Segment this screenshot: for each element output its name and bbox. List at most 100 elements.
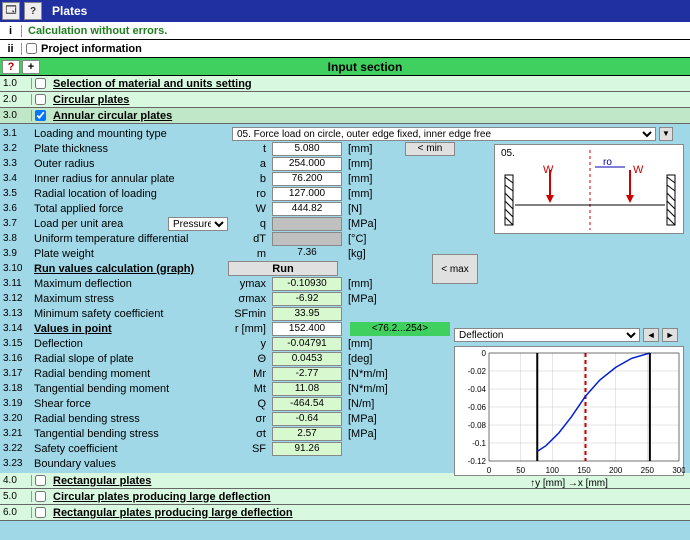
project-info-checkbox[interactable] <box>26 43 37 54</box>
safety-coeff-value: 91.26 <box>272 442 342 456</box>
tangential-moment-value: 11.08 <box>272 382 342 396</box>
section-2-label: Circular plates <box>49 94 129 106</box>
section-5-checkbox[interactable] <box>35 491 46 502</box>
row-label: Loading and mounting type <box>32 128 232 140</box>
max-button[interactable]: < max <box>432 254 478 284</box>
row-label: Inner radius for annular plate <box>32 173 232 185</box>
row-label: Radial bending moment <box>32 368 232 380</box>
deflection-value: -0.04791 <box>272 337 342 351</box>
loading-type-dropdown[interactable]: 05. Force load on circle, outer edge fix… <box>232 127 656 141</box>
section-6-checkbox[interactable] <box>35 507 46 518</box>
row-num: 3.7 <box>0 218 32 229</box>
row-num: 3.17 <box>0 368 32 379</box>
row-label: Values in point <box>32 323 232 335</box>
load-diagram: 05. W W ro <box>494 144 684 234</box>
row-sym: σr <box>232 413 272 425</box>
row-num: 3.6 <box>0 203 32 214</box>
row-label: Run values calculation (graph) <box>32 263 232 275</box>
row-num: 3.15 <box>0 338 32 349</box>
range-hint: <76.2...254> <box>350 322 450 336</box>
svg-text:-0.02: -0.02 <box>468 367 487 376</box>
row-sym: Q <box>232 398 272 410</box>
row-num: 3.13 <box>0 308 32 319</box>
row-sym: t <box>232 143 272 155</box>
row-num: 3.11 <box>0 278 32 289</box>
status-message: Calculation without errors. <box>22 25 167 37</box>
tab-question[interactable]: ? <box>2 60 20 74</box>
svg-text:100: 100 <box>546 466 560 475</box>
load-area-input <box>272 217 342 231</box>
row-run: 3.10 Run values calculation (graph) Run <box>0 261 690 276</box>
row-num: 3.12 <box>0 293 32 304</box>
svg-text:W: W <box>633 164 644 176</box>
plot-variable-dropdown[interactable]: Deflection <box>454 328 640 342</box>
row-sym: Θ <box>232 353 272 365</box>
row-label: Maximum stress <box>32 293 232 305</box>
section-2-checkbox[interactable] <box>35 94 46 105</box>
row-label: Boundary values <box>32 458 232 470</box>
max-stress-value: -6.92 <box>272 292 342 306</box>
app-icon[interactable]: 🗔 <box>2 2 20 20</box>
scroll-right-icon[interactable]: ► <box>662 328 678 342</box>
min-button[interactable]: < min <box>405 142 455 156</box>
plate-thickness-input[interactable] <box>272 142 342 156</box>
svg-text:250: 250 <box>641 466 655 475</box>
section-num: 5.0 <box>0 491 32 502</box>
row-sym: W <box>232 203 272 215</box>
section-row-3[interactable]: 3.0 Annular circular plates <box>0 108 690 124</box>
row-num: 3.18 <box>0 383 32 394</box>
run-button[interactable]: Run <box>228 261 338 276</box>
svg-text:150: 150 <box>577 466 591 475</box>
section-row-1[interactable]: 1.0 Selection of material and units sett… <box>0 76 690 92</box>
row-unit: [N*m/m] <box>342 383 397 395</box>
outer-radius-input[interactable] <box>272 157 342 171</box>
row-label: Safety coefficient <box>32 443 232 455</box>
radial-moment-value: -2.77 <box>272 367 342 381</box>
row-sym: b <box>232 173 272 185</box>
section-4-label: Rectangular plates <box>49 475 151 487</box>
section-5-label: Circular plates producing large deflecti… <box>49 491 271 503</box>
section-num: 2.0 <box>0 94 32 105</box>
row-sym: ro <box>232 188 272 200</box>
section-6-label: Rectangular plates producing large defle… <box>49 507 293 519</box>
tab-plus[interactable]: + <box>22 60 40 74</box>
section-1-checkbox[interactable] <box>35 78 46 89</box>
section-num: 3.0 <box>0 110 32 121</box>
row-label: Deflection <box>32 338 232 350</box>
row-num: 3.21 <box>0 428 32 439</box>
row-unit: [MPa] <box>342 413 397 425</box>
svg-text:-0.12: -0.12 <box>468 457 487 466</box>
section-row-2[interactable]: 2.0 Circular plates <box>0 92 690 108</box>
section-4-checkbox[interactable] <box>35 475 46 486</box>
section-num: 4.0 <box>0 475 32 486</box>
svg-text:300: 300 <box>672 466 685 475</box>
point-r-input[interactable] <box>272 322 342 336</box>
radial-location-input[interactable] <box>272 187 342 201</box>
dropdown-arrow-icon[interactable]: ▼ <box>659 127 673 141</box>
deflection-plot: 0501001502002503000-0.02-0.04-0.06-0.08-… <box>454 346 684 476</box>
row-label: Shear force <box>32 398 232 410</box>
total-force-input[interactable] <box>272 202 342 216</box>
row-num: 3.5 <box>0 188 32 199</box>
scroll-left-icon[interactable]: ◄ <box>643 328 659 342</box>
section-3-checkbox[interactable] <box>35 110 46 121</box>
row-sym: Mr <box>232 368 272 380</box>
svg-text:-0.1: -0.1 <box>472 439 486 448</box>
help-icon[interactable]: ? <box>24 2 42 20</box>
row-sym: y <box>232 338 272 350</box>
temp-diff-input <box>272 232 342 246</box>
inner-radius-input[interactable] <box>272 172 342 186</box>
status-row-i: i Calculation without errors. <box>0 22 690 40</box>
row-unit: [mm] <box>342 278 397 290</box>
diagram-svg: W W ro <box>495 145 685 235</box>
row-label: Radial bending stress <box>32 413 232 425</box>
row-label: Uniform temperature differential <box>32 233 232 245</box>
load-type-dropdown[interactable]: Pressure <box>168 217 228 231</box>
svg-text:-0.06: -0.06 <box>468 403 487 412</box>
section-row-6[interactable]: 6.0 Rectangular plates producing large d… <box>0 505 690 521</box>
section-3-label: Annular circular plates <box>49 110 172 122</box>
max-deflection-value: -0.10930 <box>272 277 342 291</box>
row-sym: q <box>232 218 272 230</box>
svg-text:W: W <box>543 164 554 176</box>
plot-svg: 0501001502002503000-0.02-0.04-0.06-0.08-… <box>455 347 685 477</box>
